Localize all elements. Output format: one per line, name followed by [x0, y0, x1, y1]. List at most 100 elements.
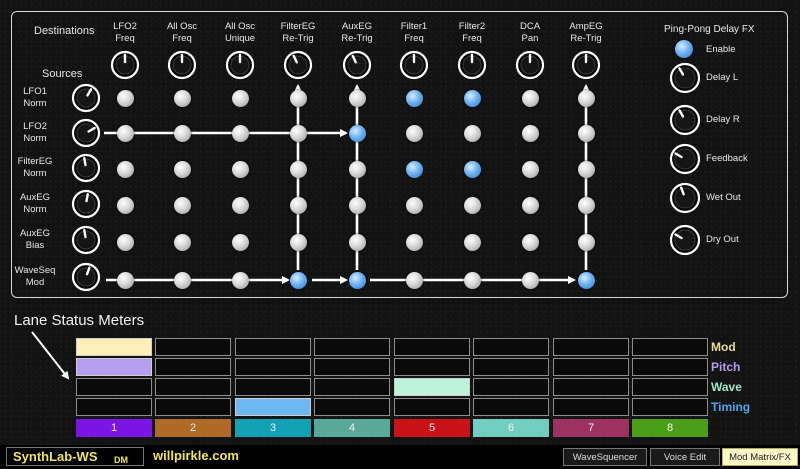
source-label-line1: LFO1	[23, 86, 47, 97]
matrix-node-3-8[interactable]	[577, 196, 595, 214]
matrix-node-1-7[interactable]	[521, 124, 539, 142]
matrix-node-1-6[interactable]	[463, 124, 481, 142]
matrix-node-1-8[interactable]	[577, 124, 595, 142]
source-label-line1: AuxEG	[19, 228, 51, 239]
matrix-node-3-5[interactable]	[405, 196, 423, 214]
matrix-node-4-0[interactable]	[116, 233, 134, 251]
source-label-5: WaveSeq Mod	[4, 265, 66, 289]
lane-button-1[interactable]: 1	[76, 419, 152, 437]
matrix-node-2-0[interactable]	[116, 160, 134, 178]
matrix-node-4-1[interactable]	[173, 233, 191, 251]
matrix-node-1-3[interactable]	[289, 124, 307, 142]
matrix-node-3-1[interactable]	[173, 196, 191, 214]
matrix-node-0-3[interactable]	[289, 89, 307, 107]
matrix-node-5-7[interactable]	[521, 271, 539, 289]
matrix-node-3-7[interactable]	[521, 196, 539, 214]
matrix-node-4-7[interactable]	[521, 233, 539, 251]
source-knob-3[interactable]	[71, 189, 101, 219]
matrix-node-1-5[interactable]	[405, 124, 423, 142]
matrix-node-0-0[interactable]	[116, 89, 134, 107]
lane-meter-1-6	[473, 358, 549, 376]
fx-knob-4[interactable]	[669, 224, 701, 256]
matrix-node-5-3[interactable]	[289, 271, 307, 289]
lane-button-7[interactable]: 7	[553, 419, 629, 437]
tab-wavesquencer[interactable]: WaveSquencer	[563, 448, 647, 466]
fx-enable-toggle[interactable]	[675, 40, 693, 58]
matrix-node-1-4[interactable]	[348, 124, 366, 142]
matrix-node-0-2[interactable]	[231, 89, 249, 107]
source-knob-2[interactable]	[71, 153, 101, 183]
matrix-node-4-5[interactable]	[405, 233, 423, 251]
dest-knob-0[interactable]	[110, 50, 140, 80]
tab-voice-edit[interactable]: Voice Edit	[650, 448, 720, 466]
matrix-node-2-6[interactable]	[463, 160, 481, 178]
lane-meter-0-6	[473, 338, 549, 356]
source-label-1: LFO2 Norm	[4, 121, 66, 145]
matrix-node-0-7[interactable]	[521, 89, 539, 107]
lane-button-4[interactable]: 4	[314, 419, 390, 437]
matrix-node-4-4[interactable]	[348, 233, 366, 251]
lane-meter-3-6	[473, 398, 549, 416]
matrix-node-2-1[interactable]	[173, 160, 191, 178]
matrix-node-3-0[interactable]	[116, 196, 134, 214]
dest-knob-3[interactable]	[283, 50, 313, 80]
lane-button-3[interactable]: 3	[235, 419, 311, 437]
fx-knob-0[interactable]	[669, 62, 701, 94]
matrix-node-2-3[interactable]	[289, 160, 307, 178]
source-knob-5[interactable]	[71, 262, 101, 292]
source-label-line1: LFO2	[23, 121, 47, 132]
matrix-node-1-2[interactable]	[231, 124, 249, 142]
matrix-node-3-3[interactable]	[289, 196, 307, 214]
dest-knob-8[interactable]	[571, 50, 601, 80]
matrix-node-1-0[interactable]	[116, 124, 134, 142]
dest-knob-2[interactable]	[225, 50, 255, 80]
fx-enable-label: Enable	[706, 44, 736, 55]
dest-knob-4[interactable]	[342, 50, 372, 80]
matrix-node-3-2[interactable]	[231, 196, 249, 214]
matrix-node-5-1[interactable]	[173, 271, 191, 289]
matrix-node-0-5[interactable]	[405, 89, 423, 107]
lane-button-5[interactable]: 5	[394, 419, 470, 437]
matrix-node-4-3[interactable]	[289, 233, 307, 251]
matrix-node-0-8[interactable]	[577, 89, 595, 107]
matrix-node-5-4[interactable]	[348, 271, 366, 289]
source-knob-4[interactable]	[71, 225, 101, 255]
matrix-node-2-8[interactable]	[577, 160, 595, 178]
fx-knob-1[interactable]	[669, 104, 701, 136]
lane-meter-2-8	[632, 378, 708, 396]
matrix-node-5-6[interactable]	[463, 271, 481, 289]
matrix-node-2-4[interactable]	[348, 160, 366, 178]
dest-knob-5[interactable]	[399, 50, 429, 80]
lane-meter-3-1	[76, 398, 152, 416]
matrix-node-5-2[interactable]	[231, 271, 249, 289]
website-link[interactable]: willpirkle.com	[153, 448, 239, 463]
matrix-node-0-1[interactable]	[173, 89, 191, 107]
source-knob-0[interactable]	[71, 83, 101, 113]
dest-knob-1[interactable]	[167, 50, 197, 80]
matrix-node-1-1[interactable]	[173, 124, 191, 142]
matrix-node-5-8[interactable]	[577, 271, 595, 289]
matrix-node-2-7[interactable]	[521, 160, 539, 178]
fx-knob-2[interactable]	[669, 143, 701, 175]
source-knob-1[interactable]	[71, 118, 101, 148]
matrix-node-0-6[interactable]	[463, 89, 481, 107]
matrix-node-4-6[interactable]	[463, 233, 481, 251]
dest-knob-6[interactable]	[457, 50, 487, 80]
matrix-node-5-5[interactable]	[405, 271, 423, 289]
dest-knob-7[interactable]	[515, 50, 545, 80]
lane-meter-3-5	[394, 398, 470, 416]
matrix-node-2-5[interactable]	[405, 160, 423, 178]
matrix-node-4-2[interactable]	[231, 233, 249, 251]
lane-button-2[interactable]: 2	[155, 419, 231, 437]
fx-knob-3[interactable]	[669, 182, 701, 214]
matrix-node-3-4[interactable]	[348, 196, 366, 214]
matrix-node-4-8[interactable]	[577, 233, 595, 251]
matrix-node-3-6[interactable]	[463, 196, 481, 214]
lane-button-6[interactable]: 6	[473, 419, 549, 437]
tab-mod-matrix-fx[interactable]: Mod Matrix/FX	[722, 448, 798, 466]
matrix-node-2-2[interactable]	[231, 160, 249, 178]
matrix-node-0-4[interactable]	[348, 89, 366, 107]
matrix-node-5-0[interactable]	[116, 271, 134, 289]
lane-button-8[interactable]: 8	[632, 419, 708, 437]
lane-meter-1-1	[76, 358, 152, 376]
